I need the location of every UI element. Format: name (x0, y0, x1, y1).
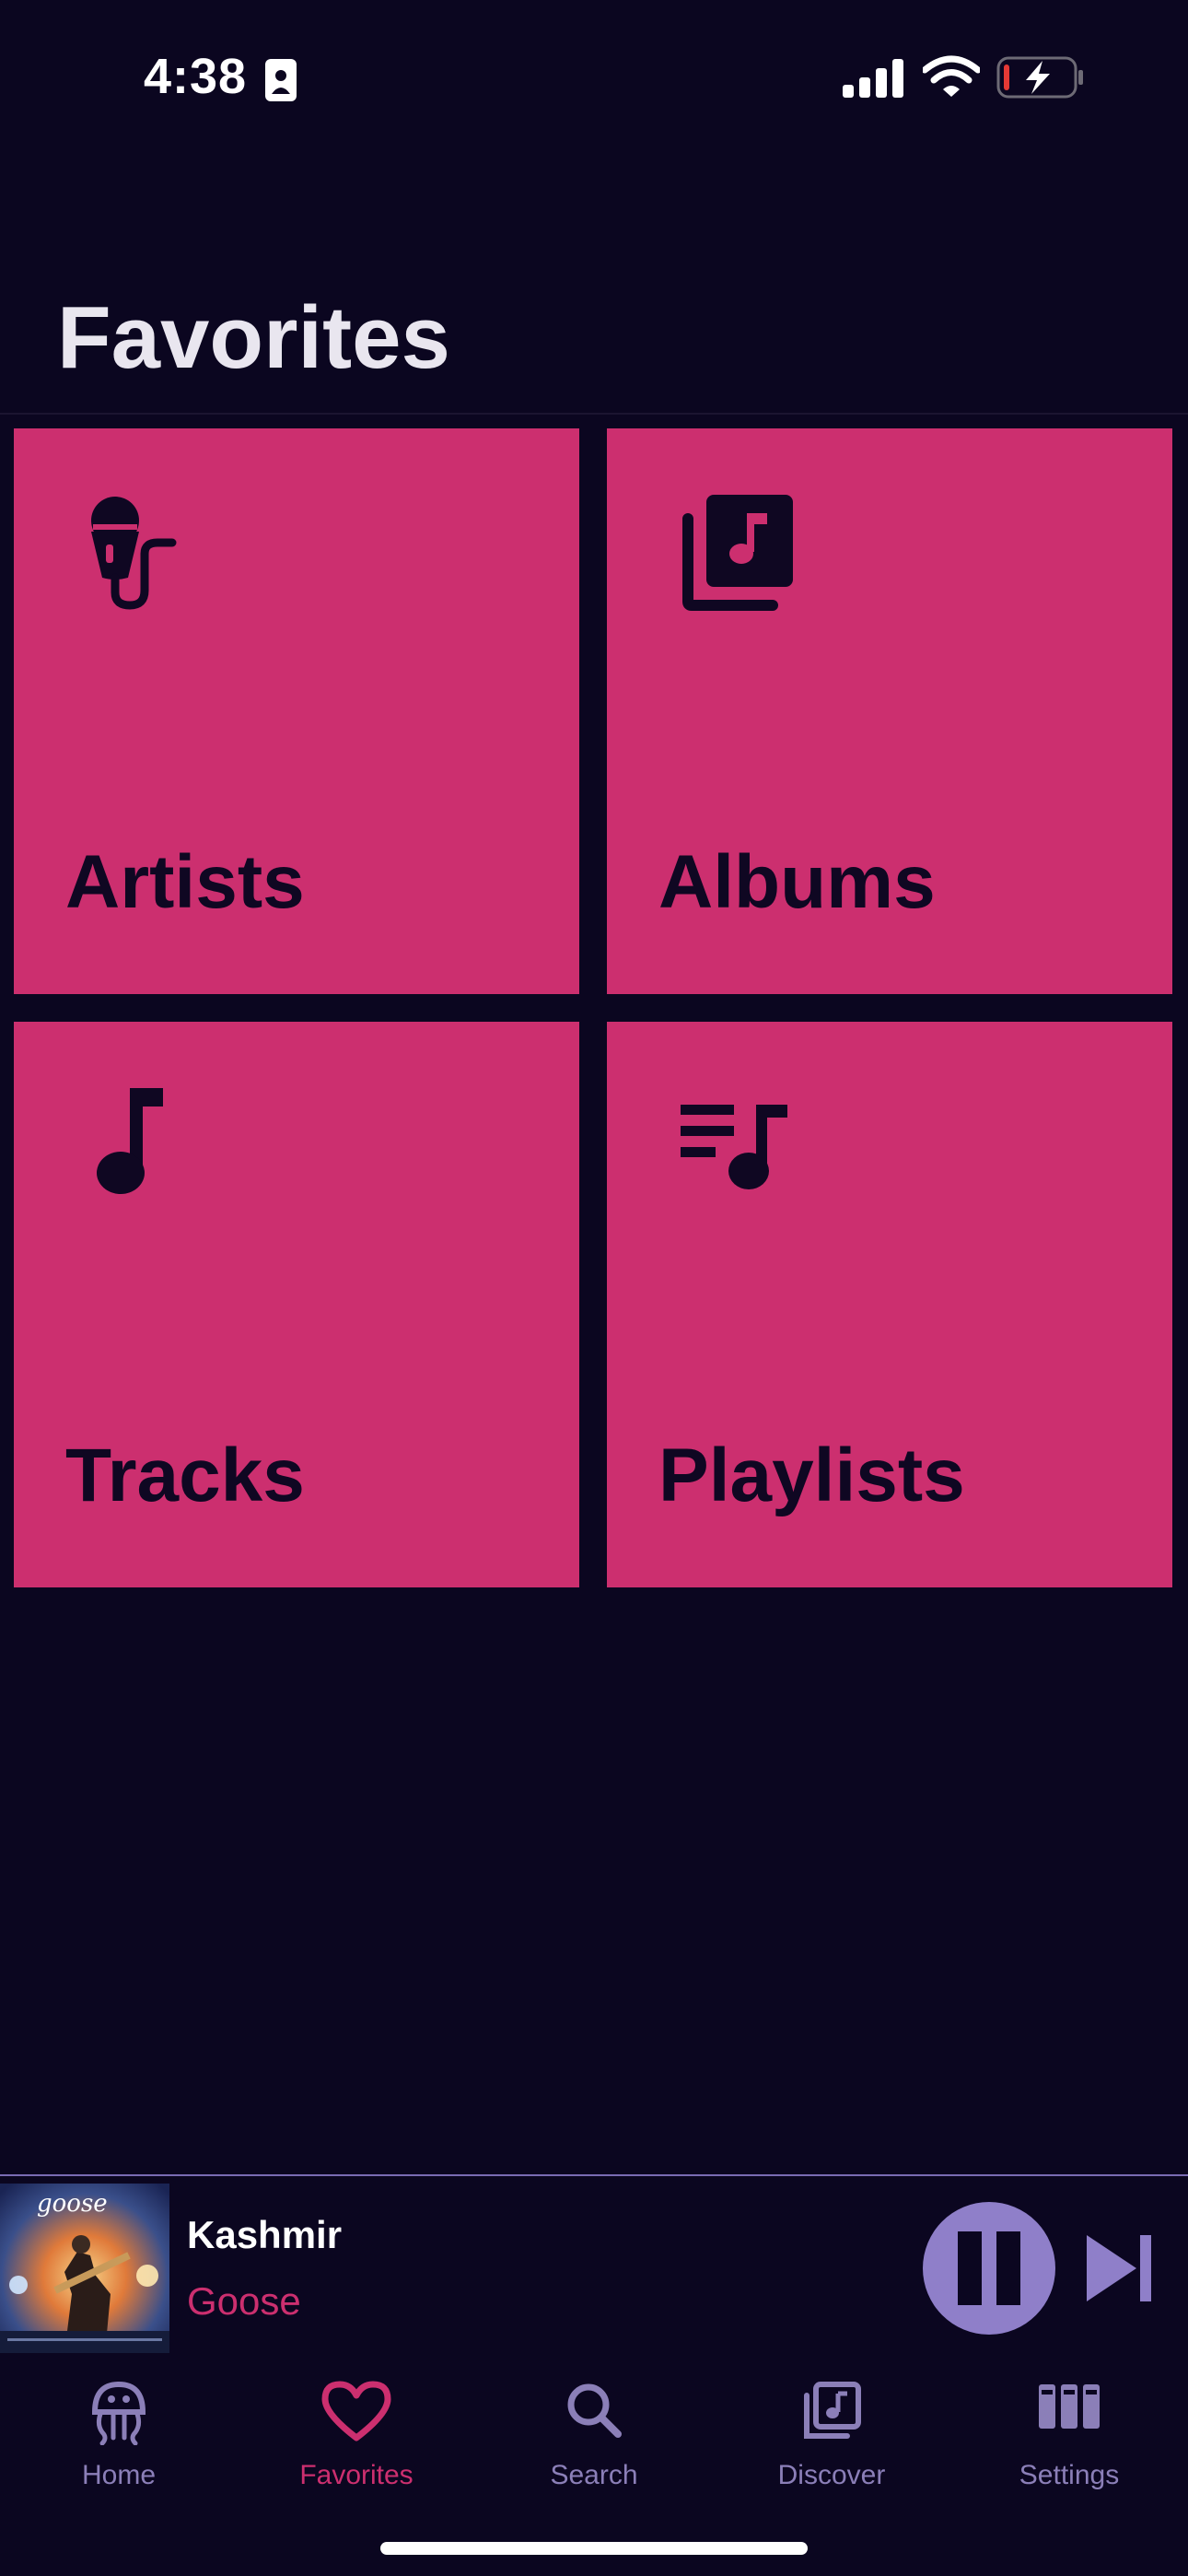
tile-tracks[interactable]: Tracks (14, 1022, 579, 1587)
title-divider (0, 413, 1188, 415)
page-title: Favorites (57, 288, 450, 387)
tile-label: Playlists (658, 1434, 965, 1517)
tab-label: Settings (1019, 2460, 1120, 2490)
wifi-icon (923, 55, 980, 97)
now-playing-title: Kashmir (187, 2213, 343, 2256)
tab-label: Home (81, 2460, 157, 2490)
album-art-text: goose (37, 2190, 108, 2218)
pause-button[interactable] (923, 2202, 1055, 2335)
music-note-icon (97, 1088, 163, 1194)
now-playing-bar[interactable]: goose Kashmir Goose (0, 2174, 1188, 2360)
status-time: 4:38 (144, 49, 248, 104)
album-library-icon (804, 2382, 861, 2439)
cellular-signal-icon (843, 59, 903, 98)
search-icon (567, 2383, 622, 2438)
tab-search[interactable]: Search (475, 2359, 713, 2497)
tile-artists[interactable]: Artists (14, 428, 579, 994)
tab-discover[interactable]: Discover (713, 2359, 950, 2497)
battery-charging-icon (996, 56, 1083, 99)
tab-label: Discover (777, 2460, 886, 2490)
skip-next-button[interactable] (1083, 2233, 1157, 2303)
library-columns-icon (1039, 2384, 1100, 2429)
home-indicator[interactable] (380, 2542, 808, 2555)
jellyfish-icon (91, 2381, 146, 2445)
status-bar: 4:38 (0, 0, 1188, 157)
tab-settings[interactable]: Settings (950, 2359, 1188, 2497)
tile-albums[interactable]: Albums (607, 428, 1172, 994)
tile-label: Tracks (65, 1434, 305, 1517)
album-library-icon (682, 495, 793, 611)
tile-label: Albums (658, 840, 936, 924)
microphone-icon (91, 497, 177, 610)
pause-icon (958, 2231, 1020, 2305)
playlist-icon (681, 1105, 787, 1189)
tab-home[interactable]: Home (0, 2359, 238, 2497)
now-playing-artist[interactable]: Goose (187, 2279, 301, 2324)
album-art[interactable]: goose (0, 2184, 169, 2353)
tile-playlists[interactable]: Playlists (607, 1022, 1172, 1587)
contact-card-icon (265, 59, 297, 101)
heart-icon (321, 2381, 391, 2441)
tile-label: Artists (65, 840, 305, 924)
tab-label: Favorites (299, 2460, 413, 2490)
tab-favorites[interactable]: Favorites (238, 2359, 475, 2497)
tab-label: Search (550, 2460, 638, 2490)
